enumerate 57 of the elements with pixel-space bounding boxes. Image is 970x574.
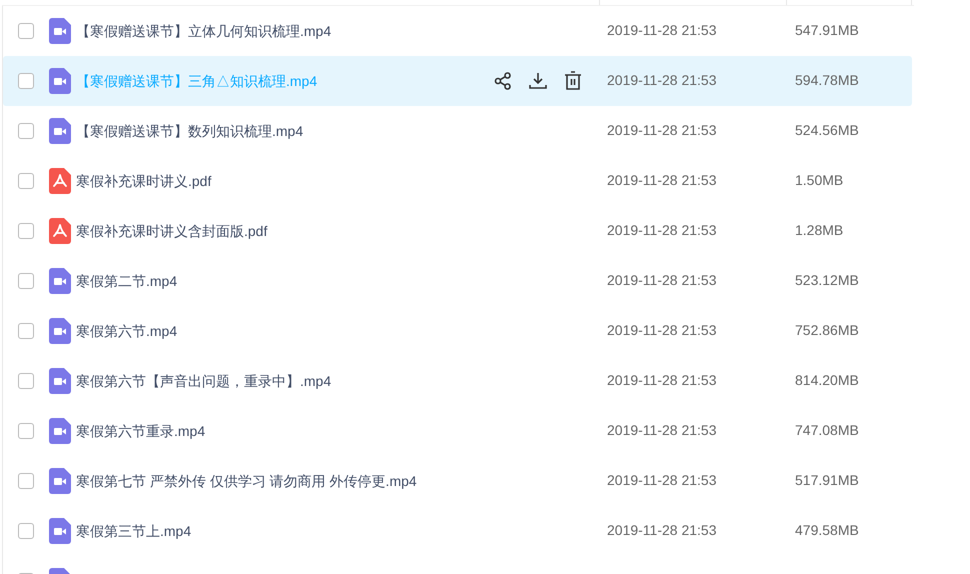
modified-date: 2019-11-28 21:53 [607, 522, 716, 538]
file-name[interactable]: 寒假第六节【声音出问题，重录中】.mp4 [76, 370, 594, 392]
modified-date: 2019-11-28 21:53 [607, 22, 716, 38]
file-name[interactable]: 寒假第六节重录.mp4 [76, 420, 594, 442]
modified-date: 2019-11-28 21:53 [607, 372, 716, 388]
modified-date: 2019-11-28 21:53 [607, 72, 716, 88]
checkbox[interactable] [18, 73, 34, 89]
video-file-icon [49, 118, 71, 144]
file-size: 479.58MB [795, 522, 859, 538]
file-size: 1.50MB [795, 172, 844, 188]
video-file-icon [49, 518, 71, 544]
file-name[interactable]: 寒假补充课时讲义含封面版.pdf [76, 220, 594, 242]
checkbox[interactable] [18, 373, 34, 389]
modified-date: 2019-11-28 21:53 [607, 422, 716, 438]
checkbox[interactable] [18, 523, 34, 539]
checkbox[interactable] [18, 423, 34, 439]
video-file-icon [49, 318, 71, 344]
checkbox[interactable] [18, 473, 34, 489]
file-name[interactable]: 寒假第二节.mp4 [76, 270, 594, 292]
file-size: 524.56MB [795, 122, 859, 138]
file-name[interactable]: 【寒假赠送课节】立体几何知识梳理.mp4 [76, 20, 594, 42]
file-size: 1.28MB [795, 222, 844, 238]
file-name[interactable]: 【寒假赠送课节】数列知识梳理.mp4 [76, 120, 594, 142]
file-name[interactable]: 寒假补充课时讲义.pdf [76, 170, 594, 192]
checkbox[interactable] [18, 223, 34, 239]
checkbox[interactable] [18, 123, 34, 139]
video-file-icon [49, 468, 71, 494]
video-file-icon [49, 368, 71, 394]
video-file-icon [49, 418, 71, 444]
file-size: 594.78MB [795, 72, 859, 88]
modified-date: 2019-11-28 21:53 [607, 272, 716, 288]
video-file-icon [49, 18, 71, 44]
video-file-icon [49, 268, 71, 294]
checkbox[interactable] [18, 23, 34, 39]
file-row-highlight[interactable]: 【寒假赠送课节】三角△知识梳理.mp4 2019-11-28 21:53 594.78MB [3, 56, 912, 106]
file-name[interactable]: 寒假第七节 严禁外传 仅供学习 请勿商用 外传停更.mp4 [76, 470, 594, 492]
checkbox[interactable] [18, 173, 34, 189]
file-size: 747.08MB [795, 422, 859, 438]
video-file-icon [49, 68, 71, 94]
file-size: 517.91MB [795, 472, 859, 488]
modified-date: 2019-11-28 21:53 [607, 122, 716, 138]
pdf-file-icon [49, 168, 71, 194]
checkbox[interactable] [18, 323, 34, 339]
modified-date: 2019-11-28 21:53 [607, 172, 716, 188]
modified-date: 2019-11-28 21:53 [607, 322, 716, 338]
pdf-file-icon [49, 218, 71, 244]
file-size: 547.91MB [795, 22, 859, 38]
file-name[interactable]: 寒假第六节.mp4 [76, 320, 594, 342]
file-size: 814.20MB [795, 372, 859, 388]
modified-date: 2019-11-28 21:53 [607, 472, 716, 488]
file-size: 752.86MB [795, 322, 859, 338]
delete-button[interactable] [562, 70, 584, 92]
checkbox[interactable] [18, 273, 34, 289]
download-button[interactable] [527, 70, 549, 92]
file-name[interactable]: 寒假第三节上.mp4 [76, 520, 594, 542]
file-size: 523.12MB [795, 272, 859, 288]
modified-date: 2019-11-28 21:53 [607, 222, 716, 238]
